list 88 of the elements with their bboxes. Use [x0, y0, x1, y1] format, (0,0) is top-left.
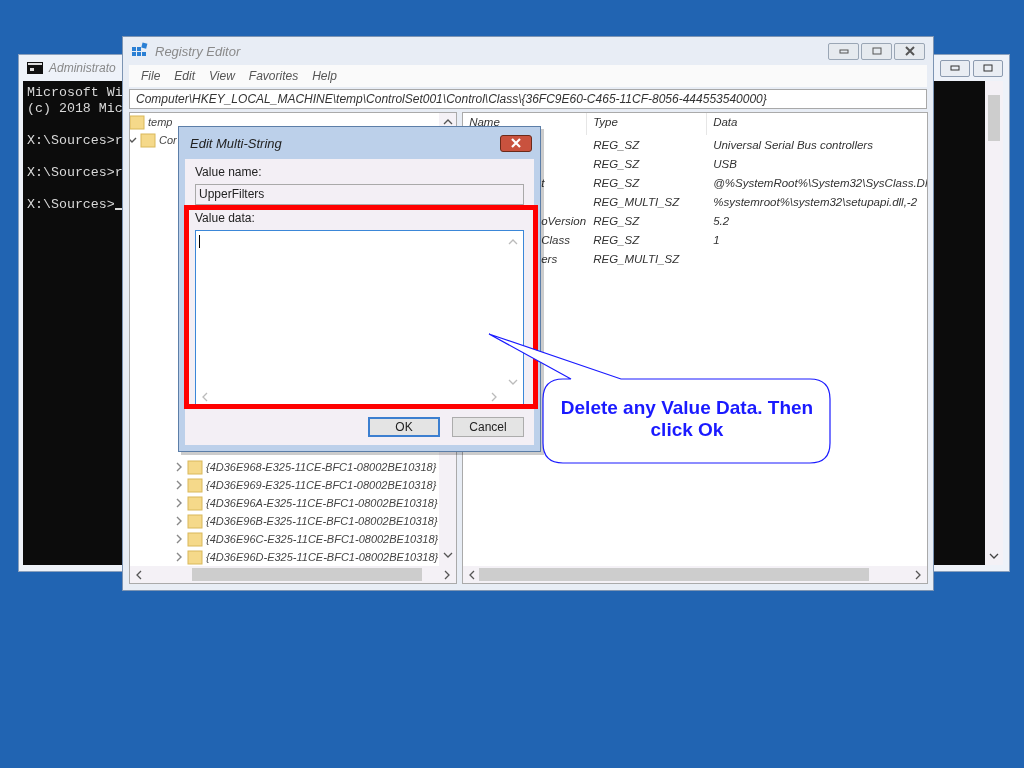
folder-icon [187, 513, 203, 529]
folder-icon [140, 132, 156, 148]
column-header[interactable]: Type [587, 113, 708, 135]
table-cell: REG_SZ [593, 233, 640, 246]
table-cell: %systemroot%\system32\setupapi.dll,-2 [713, 195, 918, 208]
menu-item[interactable]: Favorites [248, 69, 299, 83]
scroll-down-icon[interactable] [989, 553, 999, 559]
table-cell: @%SystemRoot%\System32\SysClass.Dl [713, 176, 928, 189]
tree-item[interactable]: {4D36E96A-E325-11CE-BFC1-08002BE10318} [206, 497, 438, 509]
table-cell: REG_MULTI_SZ [593, 195, 680, 208]
chevron-right-icon[interactable] [174, 498, 184, 508]
minimize-button[interactable] [828, 42, 859, 60]
maximize-icon [982, 64, 994, 72]
console-line: (c) 2018 Mic [27, 101, 123, 116]
field-label: Value name: [195, 165, 263, 180]
tree-item[interactable]: {4D36E96D-E325-11CE-BFC1-08002BE10318} [206, 551, 439, 563]
scrollbar[interactable] [130, 566, 457, 583]
menu-item[interactable]: File [141, 69, 161, 83]
tree-item[interactable]: {4D36E968-E325-11CE-BFC1-08002BE10318} [206, 461, 437, 473]
close-button[interactable] [500, 134, 532, 152]
table-cell: t [541, 176, 545, 189]
scroll-right-icon[interactable] [915, 569, 922, 580]
tree-item[interactable]: {4D36E96C-E325-11CE-BFC1-08002BE10318} [206, 533, 439, 545]
close-icon [903, 46, 916, 56]
console-line: X:\Sources> [27, 197, 115, 212]
folder-icon [187, 549, 203, 565]
chevron-right-icon[interactable] [174, 552, 184, 562]
tree-item[interactable]: {4D36E969-E325-11CE-BFC1-08002BE10318} [206, 479, 437, 491]
maximize-button[interactable] [973, 59, 1003, 77]
window-title: Registry Editor [155, 43, 241, 59]
table-cell: REG_SZ [593, 157, 640, 170]
folder-icon [187, 495, 203, 511]
chevron-right-icon[interactable] [174, 462, 184, 472]
input-field[interactable]: UpperFilters [195, 184, 524, 205]
folder-icon [187, 477, 203, 493]
address-bar[interactable]: Computer\HKEY_LOCAL_MACHINE\temp\ControlSet001\Control\Class\{36FC9E60-C465-11CF-8056-444553540000} [129, 89, 927, 109]
minimize-icon [949, 64, 961, 72]
console-line: Microsoft Wi [27, 85, 123, 100]
callout-text: Delete any Value Data. Then click Ok [559, 397, 815, 441]
scroll-left-icon[interactable] [469, 569, 476, 580]
table-cell: REG_MULTI_SZ [593, 252, 680, 265]
scroll-right-icon[interactable] [444, 569, 451, 580]
scrollbar[interactable] [985, 81, 1003, 565]
minimize-icon [837, 47, 850, 55]
tree-item[interactable]: Cor [159, 134, 177, 146]
table-cell: REG_SZ [593, 176, 640, 189]
scroll-thumb[interactable] [988, 95, 1000, 141]
close-icon [509, 138, 523, 148]
close-button[interactable] [894, 42, 925, 60]
scroll-thumb[interactable] [479, 568, 870, 581]
table-cell: REG_SZ [593, 214, 640, 227]
scrollbar[interactable] [463, 566, 928, 583]
scroll-left-icon[interactable] [136, 569, 142, 580]
menu-item[interactable]: Edit [174, 69, 196, 83]
folder-icon [130, 114, 145, 130]
field-label: Value data: [195, 211, 256, 226]
maximize-icon [870, 47, 883, 55]
scroll-up-icon[interactable] [442, 119, 453, 125]
console-line: X:\Sources>r [27, 133, 123, 148]
table-cell: USB [713, 157, 737, 170]
window-title: Administrato [49, 61, 116, 75]
scroll-down-icon[interactable] [442, 552, 453, 558]
scroll-thumb[interactable] [192, 568, 422, 581]
minimize-button[interactable] [940, 59, 970, 77]
table-cell: 1 [713, 233, 720, 246]
table-cell: Class [541, 233, 570, 246]
table-cell: REG_SZ [593, 138, 640, 151]
menu-item[interactable]: Help [312, 69, 337, 83]
table-cell: Universal Serial Bus controllers [713, 138, 873, 151]
dialog-title: Edit Multi-String [190, 135, 282, 151]
tree-item[interactable]: temp [148, 116, 173, 128]
column-header[interactable]: Data [707, 113, 928, 135]
menu-item[interactable]: View [209, 69, 235, 83]
table-cell: oVersion [541, 214, 587, 227]
cancel-button[interactable]: Cancel [452, 417, 524, 437]
ok-button[interactable]: OK [368, 417, 440, 437]
table-cell: ers [541, 252, 558, 265]
chevron-right-icon[interactable] [174, 534, 184, 544]
chevron-right-icon[interactable] [174, 480, 184, 490]
chevron-right-icon[interactable] [174, 516, 184, 526]
folder-icon [187, 531, 203, 547]
text-cursor [199, 235, 200, 248]
console-line: X:\Sources>r [27, 165, 123, 180]
tree-item[interactable]: {4D36E96B-E325-11CE-BFC1-08002BE10318} [206, 515, 438, 527]
chevron-down-icon[interactable] [130, 135, 137, 145]
folder-icon [187, 459, 203, 475]
console-icon [27, 62, 43, 74]
table-cell: 5.2 [713, 214, 730, 227]
